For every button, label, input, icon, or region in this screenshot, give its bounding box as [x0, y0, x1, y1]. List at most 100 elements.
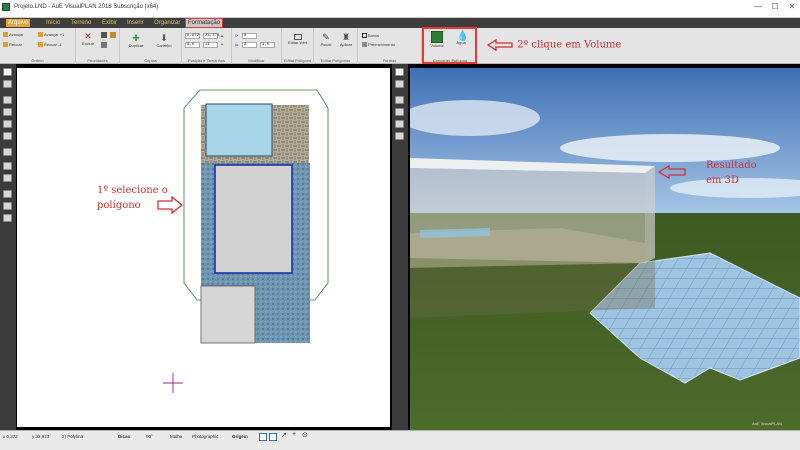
menu-inserir[interactable]: Inserir — [125, 19, 146, 27]
pool-small — [205, 103, 273, 157]
maximize-button[interactable]: ☐ — [769, 2, 781, 11]
arrow-left-icon — [657, 165, 686, 179]
status-malha-toggle[interactable]: Malha — [170, 434, 182, 439]
duplicar-button[interactable]: ✚ Duplicar — [124, 33, 148, 49]
plan-canvas[interactable] — [17, 68, 390, 427]
duplicate-plus-icon: ✚ — [132, 33, 140, 43]
group-label-copias: Cópias — [144, 58, 157, 63]
ribbon: Avançar Recuar Avançar +1 Recuar -1 Orde… — [0, 28, 800, 64]
spin-down-icon[interactable]: ▼ — [220, 42, 224, 47]
zoom-in-icon[interactable] — [3, 96, 12, 104]
menu-formatacao[interactable]: Formatação — [184, 18, 224, 28]
ribbon-group-prioridades: ✕ Excluir Prioridades — [76, 28, 120, 64]
editar-vertices-button[interactable]: Editar Vért. — [285, 34, 311, 45]
border-icon — [362, 33, 367, 39]
status-y-coord: y 33,923 — [32, 434, 50, 439]
paste-icon — [110, 32, 116, 38]
snap-circle-icon[interactable]: ⊙ — [302, 431, 308, 439]
group-label-editar-poligonos: Editar Polígonos — [320, 58, 351, 63]
bring-forward-icon — [3, 32, 8, 38]
close-button[interactable]: ✕ — [786, 2, 798, 11]
view-3d[interactable]: AuE VisualPLAN — [410, 68, 800, 430]
menu-arquivo[interactable]: Arquivo — [6, 19, 31, 27]
status-photographic-toggle[interactable]: Photographic — [192, 434, 219, 439]
backward-one-icon — [38, 42, 43, 48]
carimbo-button[interactable]: ⬇ Carimbo — [150, 33, 178, 49]
app-logo-icon — [2, 3, 10, 11]
send-backward-icon — [3, 42, 8, 48]
export-icon[interactable] — [395, 132, 404, 140]
pos-y-field[interactable]: 24,271 — [203, 33, 219, 39]
pointer-tool-icon[interactable] — [3, 68, 12, 76]
render-icon[interactable] — [395, 120, 404, 128]
ribbon-group-copias: ✚ Duplicar ⬇ Carimbo Cópias — [120, 28, 182, 64]
status-x-coord: x 0,372 — [3, 434, 18, 439]
copy-icon-button[interactable] — [100, 32, 108, 38]
camera-icon[interactable] — [395, 96, 404, 104]
fill-icon — [362, 42, 367, 48]
delete-x-icon: ✕ — [84, 31, 92, 41]
width-field[interactable]: 8,0 — [185, 42, 200, 48]
window-title: Projeto.LND - AuE VisualPLAN 2018 Subscr… — [14, 4, 159, 10]
pincel-button[interactable]: ✎ Pincel — [317, 33, 335, 48]
status-dicas-toggle[interactable]: Dicas — [118, 434, 130, 439]
layer-icon[interactable] — [3, 190, 12, 198]
factor-field[interactable]: 1,0 — [260, 42, 275, 48]
borda-button[interactable]: Borda — [362, 33, 379, 39]
menu-exibir[interactable]: Exibir — [100, 19, 119, 27]
pos-x-field[interactable]: 0,872 — [185, 33, 200, 39]
group-label-formas: Formas — [382, 58, 397, 63]
forward-one-icon — [38, 32, 43, 38]
minimize-button[interactable]: — — [752, 2, 764, 11]
paste-icon-button[interactable] — [109, 32, 117, 38]
walk-tool-icon[interactable] — [395, 80, 404, 88]
title-bar: Projeto.LND - AuE VisualPLAN 2018 Subscr… — [0, 0, 800, 18]
light-icon[interactable] — [395, 108, 404, 116]
selected-polygon[interactable] — [214, 164, 293, 274]
mirror-icon[interactable]: ⇋ — [235, 42, 238, 47]
rotate-icon[interactable]: ⟳ — [235, 33, 238, 38]
copy-icon — [101, 32, 107, 38]
excluir-button[interactable]: ✕ Excluir — [79, 31, 97, 47]
ribbon-group-modificar: ⟳ 0 2 1,0 ⇋ Modificar — [232, 28, 282, 64]
status-angle[interactable]: 90° — [146, 434, 153, 439]
snap-icon[interactable] — [3, 174, 12, 182]
pan-icon[interactable] — [3, 132, 12, 140]
status-bar: x 0,372 y 33,923 2) Polylina Dicas 90° M… — [0, 430, 800, 450]
scale-field[interactable]: 2 — [242, 42, 257, 48]
grey-block — [200, 285, 256, 344]
orbit-tool-icon[interactable] — [395, 68, 404, 76]
menu-terreno[interactable]: Terreno — [69, 19, 93, 27]
zoom-out-icon[interactable] — [3, 108, 12, 116]
aplicar-button[interactable]: ♜ Aplicar — [337, 33, 355, 48]
properties-icon-button[interactable] — [100, 42, 108, 48]
status-origem-toggle[interactable]: Origem — [232, 434, 248, 439]
grid-icon[interactable] — [3, 162, 12, 170]
recuar-um-button[interactable]: Recuar -1 — [38, 42, 62, 48]
menu-organizar[interactable]: Organizar — [152, 19, 182, 27]
preenchimento-button[interactable]: Preenchimento — [362, 42, 395, 48]
measure-icon[interactable] — [3, 148, 12, 156]
print-icon[interactable] — [3, 214, 12, 222]
scene-3d[interactable]: AuE VisualPLAN — [410, 68, 800, 430]
snap-arrow-icon[interactable]: ↗ — [281, 431, 287, 439]
view-icon[interactable] — [3, 202, 12, 210]
plan-drawing[interactable] — [17, 68, 390, 427]
ribbon-group-ordem: Avançar Recuar Avançar +1 Recuar -1 Orde… — [0, 28, 76, 64]
avancar-um-button[interactable]: Avançar +1 — [38, 32, 64, 38]
stamp-icon: ⬇ — [160, 33, 168, 43]
recuar-button[interactable]: Recuar — [3, 42, 22, 48]
height-field[interactable]: 11 — [203, 42, 218, 48]
snap-grid-icon[interactable] — [259, 433, 267, 441]
snap-line-icon[interactable] — [269, 433, 277, 441]
group-label-editar-poligono: Editar Polígono — [283, 58, 312, 63]
view3d-toolstrip — [392, 64, 408, 430]
snap-plus-icon[interactable]: + — [292, 431, 296, 438]
avancar-button[interactable]: Avançar — [3, 32, 24, 38]
dropdown-tool-icon[interactable] — [3, 80, 12, 88]
menu-inicio[interactable]: Início — [44, 19, 62, 27]
spin-up-icon[interactable]: ▲ — [220, 33, 224, 38]
view3d-stamp: AuE VisualPLAN — [752, 421, 782, 426]
zoom-fit-icon[interactable] — [3, 120, 12, 128]
rotation-field[interactable]: 0 — [242, 33, 257, 39]
